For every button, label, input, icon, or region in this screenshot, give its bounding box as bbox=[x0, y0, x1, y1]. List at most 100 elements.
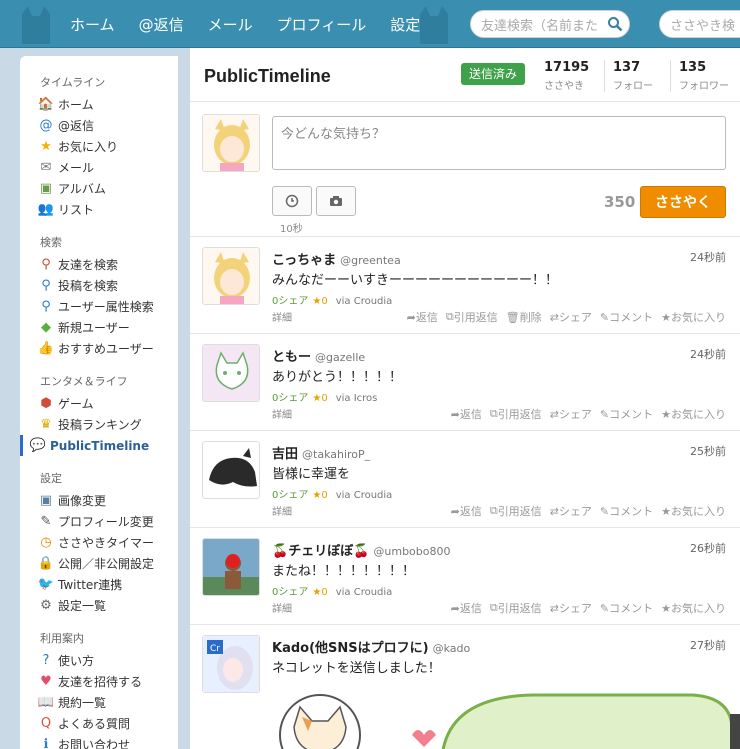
sidebar-item[interactable]: ✉ メール bbox=[20, 157, 178, 178]
timer-button[interactable] bbox=[272, 186, 312, 216]
post-action-button[interactable]: ★ お気に入り bbox=[661, 503, 726, 519]
sidebar-item[interactable]: ⚲ 投稿を検索 bbox=[20, 275, 178, 296]
share-count[interactable]: 0シェア bbox=[272, 490, 308, 501]
share-count[interactable]: 0シェア bbox=[272, 587, 308, 598]
share-count[interactable]: 0シェア bbox=[272, 296, 308, 307]
sidebar-item[interactable]: 📖 規約一覧 bbox=[20, 692, 178, 713]
post-author[interactable]: 🍒チェリぼぼ🍒 @umbobo800 bbox=[272, 540, 451, 559]
sidebar-item[interactable]: 👍 おすすめユーザー bbox=[20, 338, 178, 359]
star-count[interactable]: ★0 bbox=[312, 296, 327, 307]
sidebar-item[interactable]: Q よくある質問 bbox=[20, 713, 178, 734]
friend-search-input[interactable]: 友達検索（名前また bbox=[470, 10, 630, 38]
sidebar-item[interactable]: ? 使い方 bbox=[20, 650, 178, 671]
post-search-input[interactable]: ささやき検 bbox=[659, 10, 740, 38]
post-action-button[interactable]: ⇄ シェア bbox=[550, 600, 592, 616]
post-author[interactable]: ともー @gazelle bbox=[272, 346, 365, 365]
scrollbar-thumb[interactable] bbox=[730, 714, 740, 749]
stat-followers[interactable]: 135 フォロワー bbox=[670, 60, 729, 92]
post-action-button[interactable]: ✎ コメント bbox=[600, 503, 653, 519]
post-action-button[interactable]: ➦ 返信 bbox=[451, 406, 482, 422]
photo-button[interactable] bbox=[316, 186, 356, 216]
sidebar-item[interactable]: 🔒 公開／非公開設定 bbox=[20, 553, 178, 574]
search-icon[interactable] bbox=[607, 16, 623, 32]
post-action-button[interactable]: ★ お気に入り bbox=[661, 406, 726, 422]
sidebar-item[interactable]: ▣ アルバム bbox=[20, 178, 178, 199]
sidebar-item[interactable]: 👥 リスト bbox=[20, 199, 178, 220]
sidebar-item[interactable]: @ @返信 bbox=[20, 115, 178, 136]
nav-replies[interactable]: @返信 bbox=[139, 14, 184, 35]
sidebar-item[interactable]: ♛ 投稿ランキング bbox=[20, 414, 178, 435]
post-button[interactable]: ささやく bbox=[640, 186, 726, 218]
star-count[interactable]: ★0 bbox=[312, 587, 327, 598]
post-action-button[interactable]: ★ お気に入り bbox=[661, 309, 726, 325]
post-detail-link[interactable]: 詳細 bbox=[272, 309, 292, 324]
action-label: 引用返信 bbox=[497, 602, 542, 615]
post-action-button[interactable]: ➦ 返信 bbox=[451, 600, 482, 616]
post-action-button[interactable]: ⧉ 引用返信 bbox=[490, 600, 542, 616]
post-timestamp[interactable]: 25秒前 bbox=[690, 443, 726, 459]
action-label: シェア bbox=[558, 505, 592, 518]
post-timestamp[interactable]: 27秒前 bbox=[690, 637, 726, 653]
share-count[interactable]: 0シェア bbox=[272, 393, 308, 404]
compose-textarea[interactable]: 今どんな気持ち？ bbox=[272, 116, 726, 170]
sidebar-item[interactable]: ⚲ ユーザー属性検索 bbox=[20, 296, 178, 317]
sidebar-item[interactable]: ⬢ ゲーム bbox=[20, 393, 178, 414]
nav-mail[interactable]: メール bbox=[208, 14, 253, 35]
sidebar-item[interactable]: ♥ 友達を招待する bbox=[20, 671, 178, 692]
stat-posts[interactable]: 17195 ささやき bbox=[544, 60, 589, 92]
post-action-button[interactable]: ✎ コメント bbox=[600, 600, 653, 616]
avatar[interactable] bbox=[202, 247, 260, 305]
sidebar-item[interactable]: 💬 PublicTimeline bbox=[20, 435, 178, 456]
post-action-button[interactable]: ⇄ シェア bbox=[550, 309, 592, 325]
sidebar-section-title: 利用案内 bbox=[40, 632, 84, 645]
post-timestamp[interactable]: 24秒前 bbox=[690, 249, 726, 265]
sent-badge[interactable]: 送信済み bbox=[461, 63, 526, 85]
post-author[interactable]: Kado(他SNSはプロフに) @kado bbox=[272, 637, 470, 656]
cat-sticker-icon bbox=[279, 693, 734, 749]
post-author[interactable]: こっちゃま @greentea bbox=[272, 249, 401, 268]
avatar[interactable] bbox=[202, 344, 260, 402]
stat-following[interactable]: 137 フォロー bbox=[604, 60, 653, 92]
action-icon: ✎ bbox=[599, 407, 610, 421]
post-action-button[interactable]: ✎ コメント bbox=[600, 309, 653, 325]
stat-posts-value: 17195 bbox=[544, 60, 590, 75]
post-action-button[interactable]: ✎ コメント bbox=[600, 406, 653, 422]
sidebar-item[interactable]: ◆ 新規ユーザー bbox=[20, 317, 178, 338]
star-count[interactable]: ★0 bbox=[312, 490, 327, 501]
avatar[interactable] bbox=[202, 441, 260, 499]
post-timestamp[interactable]: 24秒前 bbox=[690, 346, 726, 362]
post-action-button[interactable]: ⧉ 引用返信 bbox=[446, 309, 498, 325]
sidebar-item[interactable]: ◷ ささやきタイマー bbox=[20, 532, 178, 553]
nav-home[interactable]: ホーム bbox=[70, 14, 115, 35]
sidebar-item[interactable]: 🐦 Twitter連携 bbox=[20, 574, 178, 595]
avatar[interactable]: Cr bbox=[202, 635, 260, 693]
avatar[interactable] bbox=[202, 538, 260, 596]
post-author[interactable]: 吉田 @takahiroP_ bbox=[272, 443, 370, 462]
post-action-button[interactable]: ⧉ 引用返信 bbox=[490, 406, 542, 422]
post-action-button[interactable]: ⇄ シェア bbox=[550, 406, 592, 422]
sidebar-item[interactable]: 🏠 ホーム bbox=[20, 94, 178, 115]
nav-profile[interactable]: プロフィール bbox=[277, 14, 367, 35]
post-action-button[interactable]: ⇄ シェア bbox=[550, 503, 592, 519]
sidebar-item[interactable]: ⚙ 設定一覧 bbox=[20, 595, 178, 616]
avatar[interactable] bbox=[202, 114, 260, 172]
post-handle: @takahiroP_ bbox=[302, 448, 371, 461]
post-action-button[interactable]: ➦ 返信 bbox=[407, 309, 438, 325]
post-action-button[interactable]: 🗑 削除 bbox=[506, 309, 542, 325]
sidebar-item[interactable]: ★ お気に入り bbox=[20, 136, 178, 157]
sidebar-item[interactable]: ✎ プロフィール変更 bbox=[20, 511, 178, 532]
image-icon: ▣ bbox=[39, 493, 53, 508]
action-label: 引用返信 bbox=[453, 311, 498, 324]
post-detail-link[interactable]: 詳細 bbox=[272, 503, 292, 518]
post-action-button[interactable]: ⧉ 引用返信 bbox=[490, 503, 542, 519]
post-detail-link[interactable]: 詳細 bbox=[272, 600, 292, 615]
post-timestamp[interactable]: 26秒前 bbox=[690, 540, 726, 556]
sidebar-item[interactable]: ▣ 画像変更 bbox=[20, 490, 178, 511]
post-detail-link[interactable]: 詳細 bbox=[272, 406, 292, 421]
star-count[interactable]: ★0 bbox=[312, 393, 327, 404]
sidebar-item[interactable]: ⚲ 友達を検索 bbox=[20, 254, 178, 275]
timeline-post: Cr Kado(他SNSはプロフに) @kado 27秒前 ネコレットを送信しました！ bbox=[190, 625, 740, 749]
post-action-button[interactable]: ★ お気に入り bbox=[661, 600, 726, 616]
post-action-button[interactable]: ➦ 返信 bbox=[451, 503, 482, 519]
sidebar-item[interactable]: ℹ お問い合わせ bbox=[20, 734, 178, 749]
